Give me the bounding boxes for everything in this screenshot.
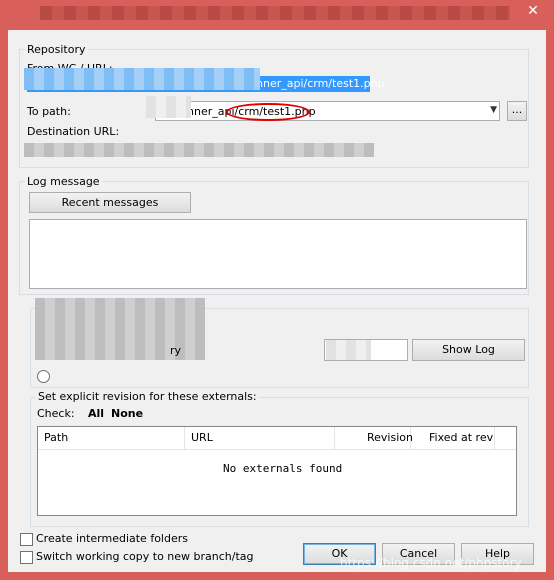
switch-wc-label[interactable]: Switch working copy to new branch/tag (36, 550, 254, 563)
destination-url-redacted (24, 143, 374, 157)
check-all-link[interactable]: All (88, 407, 104, 420)
revision-partial-label: ry (170, 344, 182, 357)
create-folders-label[interactable]: Create intermediate folders (36, 532, 188, 545)
check-none-link[interactable]: None (111, 407, 143, 420)
browse-button[interactable]: ... (507, 101, 527, 121)
column-header-url[interactable]: URL (185, 427, 335, 449)
log-message-textarea[interactable] (29, 219, 527, 289)
to-path-combo[interactable]: nner_api/crm/test1.php ▼ (155, 101, 500, 121)
to-path-redacted (146, 96, 191, 118)
externals-empty-message: No externals found (223, 462, 343, 475)
recent-messages-button[interactable]: Recent messages (29, 192, 191, 213)
from-url-text: nner_api/crm/test1.php (256, 77, 385, 90)
create-folders-checkbox[interactable] (20, 533, 33, 546)
to-path-label: To path: (27, 105, 71, 118)
show-log-button[interactable]: Show Log (412, 339, 525, 361)
externals-list[interactable]: Path URL Revision Fixed at rev No extern… (37, 426, 517, 516)
from-url-redacted (24, 68, 260, 90)
revision-input-redacted (326, 340, 371, 360)
column-header-path[interactable]: Path (38, 427, 185, 449)
externals-list-header: Path URL Revision Fixed at rev (38, 427, 516, 450)
externals-group-label: Set explicit revision for these external… (36, 390, 259, 403)
window-title-redacted (40, 6, 510, 20)
chevron-down-icon[interactable]: ▼ (490, 105, 497, 115)
annotation-ellipse (226, 103, 310, 121)
check-label: Check: (37, 407, 75, 420)
close-icon[interactable]: ✕ (520, 2, 546, 20)
watermark: https://blog.csdn.net/phpstory (340, 556, 522, 570)
column-header-revision[interactable]: Revision (335, 427, 413, 449)
repository-group-label: Repository (25, 43, 88, 56)
switch-wc-checkbox[interactable] (20, 551, 33, 564)
window: { "window": { "close_glyph": "✕" }, "rep… (0, 0, 554, 580)
destination-url-label: Destination URL: (27, 125, 120, 138)
log-message-group-label: Log message (25, 175, 102, 188)
column-header-fixed-at-rev[interactable]: Fixed at rev (411, 427, 495, 449)
revision-radio[interactable] (37, 370, 50, 383)
